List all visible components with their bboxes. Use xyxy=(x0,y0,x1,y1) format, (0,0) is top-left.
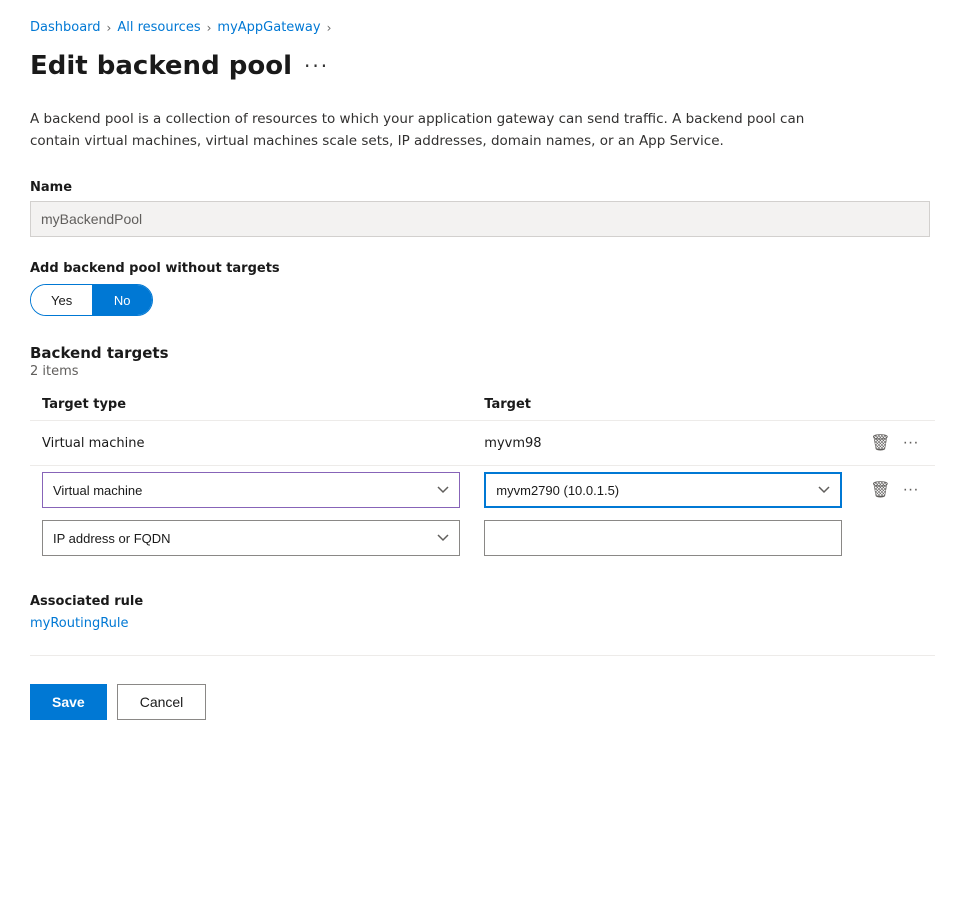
routing-rule-link[interactable]: myRoutingRule xyxy=(30,616,129,631)
static-row-actions: 🗑 ··· xyxy=(866,431,923,455)
empty-row-actions xyxy=(854,514,935,562)
toggle-section-label: Add backend pool without targets xyxy=(30,261,935,276)
col-header-target: Target xyxy=(472,389,854,421)
col-header-type: Target type xyxy=(30,389,472,421)
name-label: Name xyxy=(30,180,935,195)
dropdown-row-target-cell: myvm2790 (10.0.1.5) myvm98 xyxy=(472,466,854,515)
backend-targets-section: Backend targets 2 items Target type Targ… xyxy=(30,344,935,562)
toggle-section: Add backend pool without targets Yes No xyxy=(30,261,935,316)
items-count: 2 items xyxy=(30,364,935,379)
dropdown-row-delete-button[interactable]: 🗑 xyxy=(866,478,894,502)
page-title-row: Edit backend pool ··· xyxy=(30,51,935,81)
breadcrumb-sep-1: › xyxy=(107,21,112,35)
associated-rule-label: Associated rule xyxy=(30,594,935,609)
empty-target-input[interactable] xyxy=(484,520,842,556)
static-row-delete-button[interactable]: 🗑 xyxy=(866,431,894,455)
target-value-dropdown[interactable]: myvm2790 (10.0.1.5) myvm98 xyxy=(484,472,842,508)
breadcrumb-sep-3: › xyxy=(327,21,332,35)
page-title: Edit backend pool xyxy=(30,51,292,81)
static-row-type: Virtual machine xyxy=(30,421,472,466)
backend-targets-title: Backend targets xyxy=(30,344,935,362)
more-dots-icon: ··· xyxy=(903,434,919,452)
breadcrumb-app-gateway[interactable]: myAppGateway xyxy=(217,20,320,35)
page-description: A backend pool is a collection of resour… xyxy=(30,109,830,152)
toggle-no-button[interactable]: No xyxy=(92,285,152,315)
table-row: IP address or FQDN Virtual machine App S… xyxy=(30,514,935,562)
cancel-button[interactable]: Cancel xyxy=(117,684,207,720)
dropdown-row-more-button[interactable]: ··· xyxy=(899,479,923,501)
empty-row-type-cell: IP address or FQDN Virtual machine App S… xyxy=(30,514,472,562)
target-type-dropdown[interactable]: Virtual machine IP address or FQDN App S… xyxy=(42,472,460,508)
breadcrumb: Dashboard › All resources › myAppGateway… xyxy=(30,20,935,35)
table-row: Virtual machine myvm98 🗑 ··· xyxy=(30,421,935,466)
breadcrumb-sep-2: › xyxy=(207,21,212,35)
associated-rule-section: Associated rule myRoutingRule xyxy=(30,594,935,631)
toggle-group: Yes No xyxy=(30,284,153,316)
empty-row-target-cell xyxy=(472,514,854,562)
footer-buttons: Save Cancel xyxy=(30,672,935,720)
empty-target-type-dropdown[interactable]: IP address or FQDN Virtual machine App S… xyxy=(42,520,460,556)
dropdown-row-actions: 🗑 ··· xyxy=(866,478,923,502)
static-row-more-button[interactable]: ··· xyxy=(899,432,923,454)
save-button[interactable]: Save xyxy=(30,684,107,720)
page-menu-icon[interactable]: ··· xyxy=(304,54,329,78)
more-dots-icon-2: ··· xyxy=(903,481,919,499)
breadcrumb-all-resources[interactable]: All resources xyxy=(117,20,200,35)
name-input[interactable] xyxy=(30,201,930,237)
trash-icon-2: 🗑 xyxy=(870,480,890,500)
footer-divider xyxy=(30,655,935,656)
table-row: Virtual machine IP address or FQDN App S… xyxy=(30,466,935,515)
toggle-yes-button[interactable]: Yes xyxy=(31,285,92,315)
trash-icon: 🗑 xyxy=(870,433,890,453)
col-header-actions xyxy=(854,389,935,421)
static-row-target: myvm98 xyxy=(472,421,854,466)
targets-table: Target type Target Virtual machine myvm9… xyxy=(30,389,935,562)
dropdown-row-type-cell: Virtual machine IP address or FQDN App S… xyxy=(30,466,472,515)
breadcrumb-dashboard[interactable]: Dashboard xyxy=(30,20,101,35)
